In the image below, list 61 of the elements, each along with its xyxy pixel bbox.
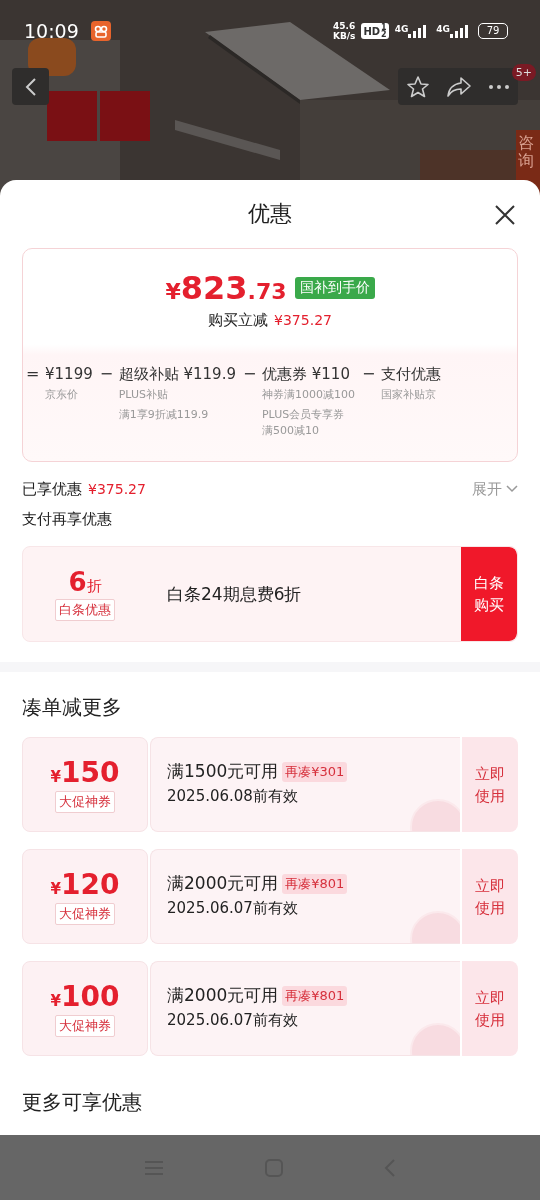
use-now-button[interactable]: 立即使用	[462, 737, 518, 832]
coupon-amount: ¥150	[50, 756, 120, 789]
operator: −	[243, 363, 255, 385]
price-item: 超级补贴 ¥119.9	[118, 364, 236, 385]
offer-tag: 白条优惠	[55, 599, 115, 621]
clock-time: 10:09	[24, 20, 79, 42]
coupon-expiry: 2025.06.07前有效	[167, 1011, 299, 1030]
coupon-condition: 满1500元可用	[167, 760, 279, 783]
close-icon[interactable]	[494, 204, 516, 226]
operator: =	[26, 363, 38, 385]
price-item: 优惠券 ¥110	[262, 364, 351, 385]
discount-value: 6折	[68, 567, 102, 597]
star-icon[interactable]	[405, 74, 430, 99]
section-title: 更多可享优惠	[21, 1089, 143, 1116]
price-note: 满1享9折减119.9	[118, 407, 210, 423]
network-type: 4G	[436, 24, 450, 34]
network-speed: 45.6	[333, 21, 356, 31]
discount-label: 购买立减	[208, 311, 269, 330]
coupon-tag: 大促神券	[55, 791, 115, 813]
discount-amount: ¥375.27	[274, 312, 332, 328]
coupon-tag: 大促神券	[55, 903, 115, 925]
expand-toggle[interactable]: 展开	[472, 479, 518, 499]
chevron-down-icon	[506, 485, 518, 493]
coupon-amount: ¥100	[50, 980, 120, 1013]
price-note: 满500减10	[262, 423, 320, 439]
section-title: 支付再享优惠	[21, 509, 113, 529]
buy-button[interactable]: 白条购买	[461, 547, 517, 641]
use-now-button[interactable]: 立即使用	[462, 849, 518, 944]
coupon-amount: ¥120	[50, 868, 120, 901]
price-item: 支付优惠	[381, 364, 441, 385]
enjoyed-amount: ¥375.27	[88, 480, 146, 497]
network-type: 4G	[394, 24, 409, 34]
sheet-title: 优惠	[248, 200, 292, 228]
more-icon[interactable]	[487, 83, 510, 90]
back-button[interactable]	[12, 68, 49, 105]
coupon-tag: 大促神券	[55, 1015, 115, 1037]
shortfall-tag: 再凑¥801	[282, 873, 348, 894]
final-price: ¥823.73	[165, 269, 287, 307]
price-item: ¥1199	[45, 364, 93, 385]
price-note: 国家补贴京	[381, 387, 437, 403]
section-title: 凑单减更多	[21, 694, 123, 721]
coupon-condition: 满2000元可用	[167, 984, 279, 1007]
operator: −	[99, 363, 112, 385]
battery-icon: 79	[478, 23, 508, 39]
coupon-expiry: 2025.06.07前有效	[167, 899, 299, 918]
price-note: PLUS会员专享券	[262, 407, 346, 423]
shortfall-tag: 再凑¥301	[282, 761, 348, 782]
operator: −	[362, 363, 374, 385]
price-note: PLUS补贴	[118, 387, 169, 403]
enjoyed-label: 已享优惠	[22, 479, 82, 499]
shortfall-tag: 再凑¥801	[282, 985, 348, 1006]
coupon-condition: 满2000元可用	[167, 872, 279, 895]
back-icon	[24, 76, 37, 97]
coupon-expiry: 2025.06.08前有效	[167, 787, 299, 806]
offer-description: 白条24期息费6折	[166, 582, 303, 606]
price-note: 京东价	[45, 387, 79, 403]
speed-unit: KB/s	[332, 31, 356, 41]
subsidy-tag: 国补到手价	[294, 277, 375, 299]
share-icon[interactable]	[445, 74, 472, 99]
use-now-button[interactable]: 立即使用	[462, 961, 518, 1056]
price-note: 神券满1000减100	[262, 387, 355, 403]
